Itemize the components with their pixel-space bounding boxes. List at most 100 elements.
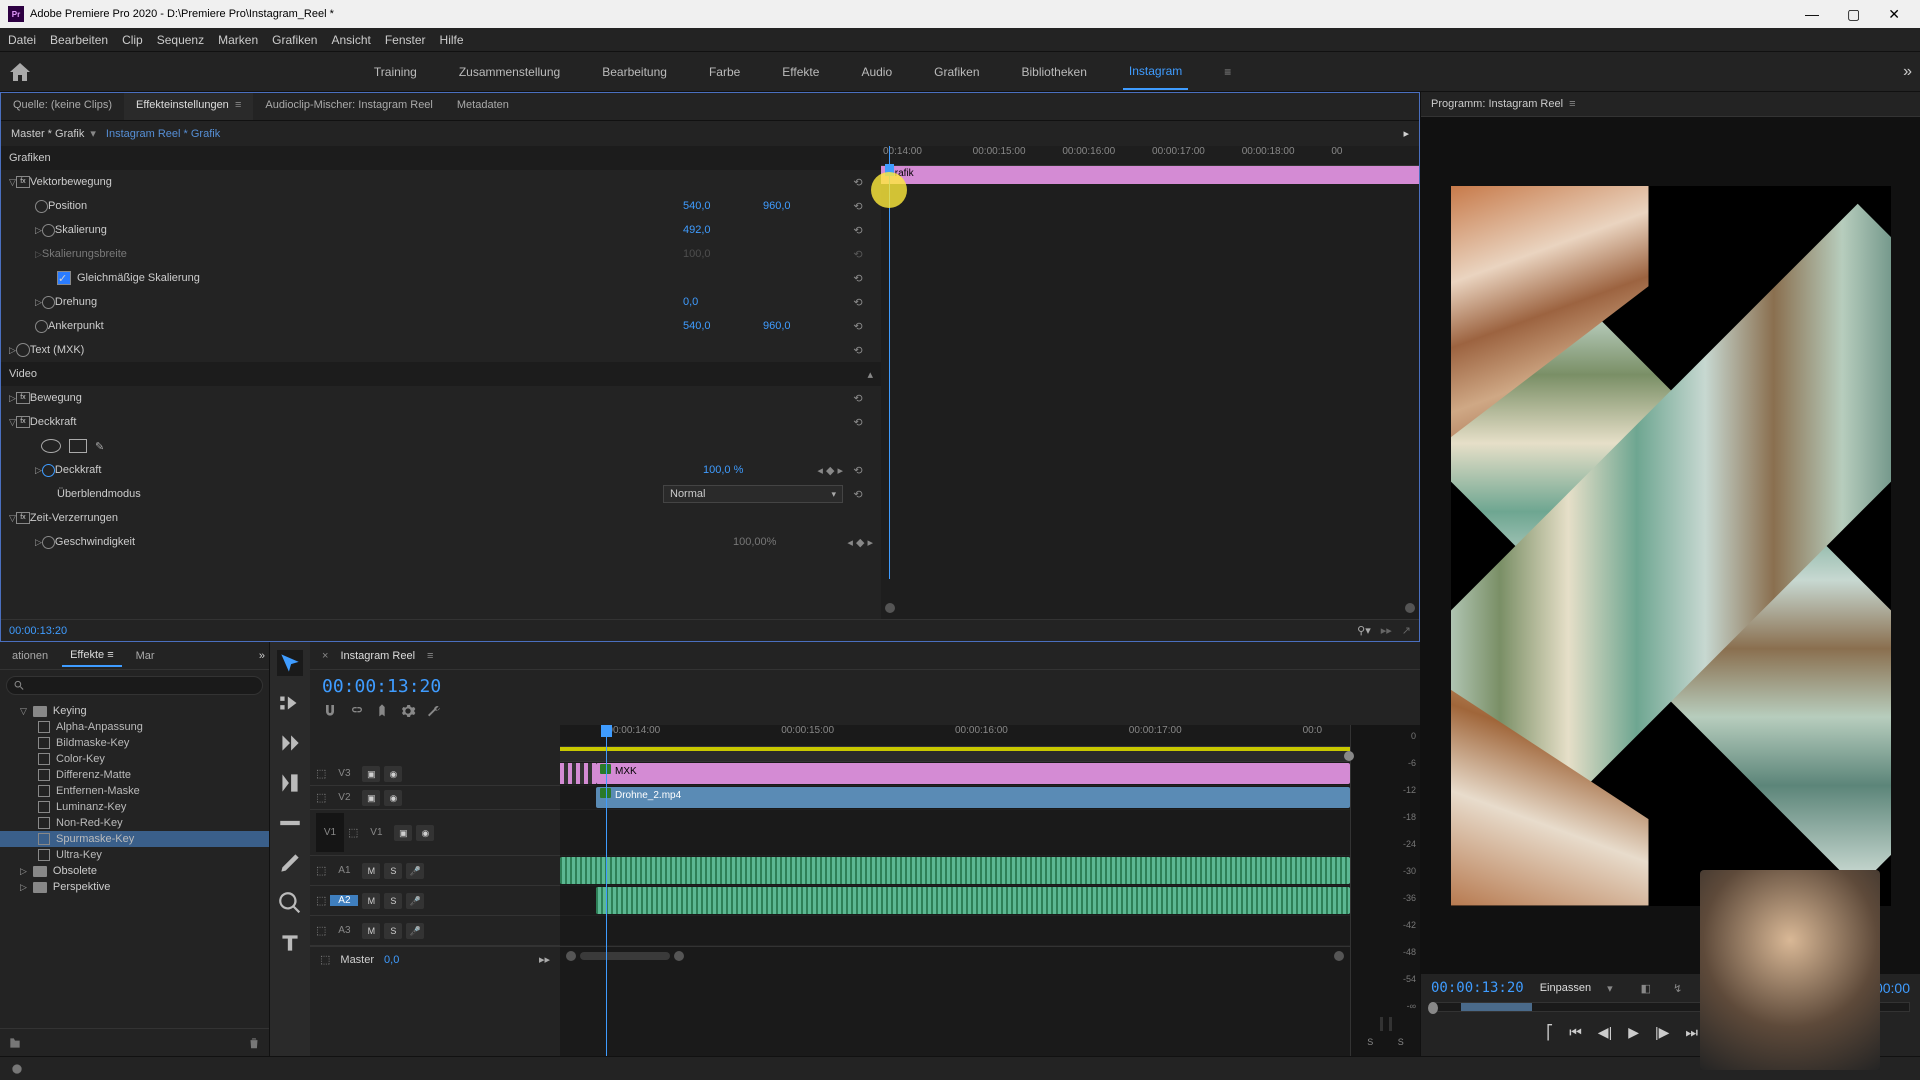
- track-v2[interactable]: V2: [330, 792, 358, 803]
- timeline-seq-name[interactable]: Instagram Reel: [340, 650, 415, 662]
- fx-toggle-icon[interactable]: fx: [16, 392, 30, 404]
- ws-zusammenstellung[interactable]: Zusammenstellung: [453, 55, 566, 89]
- mute-icon[interactable]: M: [362, 923, 380, 939]
- ws-instagram[interactable]: Instagram: [1123, 54, 1188, 90]
- home-icon[interactable]: [8, 60, 32, 84]
- eye-icon[interactable]: ◉: [384, 790, 402, 806]
- clip-segments[interactable]: [560, 763, 596, 784]
- opacity-v[interactable]: 100,0 %: [703, 464, 783, 476]
- tab-effekte[interactable]: Effekte ≡: [62, 645, 122, 667]
- track-v3[interactable]: V3: [330, 768, 358, 779]
- eye-icon[interactable]: ◉: [416, 825, 434, 841]
- lock-icon[interactable]: ⬚: [316, 894, 326, 907]
- folder-obsolete[interactable]: Obsolete: [53, 865, 97, 877]
- new-bin-icon[interactable]: [8, 1036, 22, 1050]
- anc-y[interactable]: 960,0: [763, 320, 843, 332]
- voice-icon[interactable]: 🎤: [406, 863, 424, 879]
- zoom-scrollbar[interactable]: [580, 952, 670, 960]
- play-icon[interactable]: ▶: [1628, 1024, 1639, 1044]
- track-a2[interactable]: A2: [330, 895, 358, 906]
- menu-ansicht[interactable]: Ansicht: [331, 33, 370, 47]
- fx-toggle-icon[interactable]: fx: [16, 416, 30, 428]
- prop-text[interactable]: Text (MXK): [30, 344, 843, 356]
- close-icon[interactable]: ×: [322, 650, 328, 662]
- anc-x[interactable]: 540,0: [683, 320, 763, 332]
- solo-icon[interactable]: S: [384, 863, 402, 879]
- program-viewer[interactable]: [1421, 117, 1920, 974]
- scroll-handle-icon[interactable]: [1334, 951, 1344, 961]
- prog-tc-left[interactable]: 00:00:13:20: [1431, 980, 1524, 996]
- tool-track-select[interactable]: [277, 690, 303, 716]
- eff-differenz[interactable]: Differenz-Matte: [56, 769, 131, 781]
- menu-grafiken[interactable]: Grafiken: [272, 33, 317, 47]
- lock-icon[interactable]: ⬚: [316, 767, 326, 780]
- ec-timecode[interactable]: 00:00:13:20: [9, 625, 67, 637]
- scroll-handle-icon[interactable]: [1405, 603, 1415, 613]
- mute-icon[interactable]: M: [362, 893, 380, 909]
- clip-audio-a2[interactable]: [596, 887, 1350, 914]
- speed-v[interactable]: 100,00%: [733, 536, 813, 548]
- stopwatch-icon[interactable]: [35, 320, 48, 333]
- ws-bibliotheken[interactable]: Bibliotheken: [1016, 55, 1093, 89]
- tool-slip[interactable]: [277, 810, 303, 836]
- menu-bearbeiten[interactable]: Bearbeiten: [50, 33, 108, 47]
- tool-selection[interactable]: [277, 650, 303, 676]
- prop-vektorbewegung[interactable]: Vektorbewegung: [30, 176, 843, 188]
- panel-menu-icon[interactable]: ≡: [1569, 98, 1575, 110]
- tool-ripple[interactable]: [277, 730, 303, 756]
- tool-type[interactable]: [277, 930, 303, 956]
- export-icon[interactable]: ↗: [1402, 624, 1411, 637]
- clip-drone[interactable]: Drohne_2.mp4: [596, 787, 1350, 808]
- reset-icon[interactable]: ⟲: [843, 296, 873, 309]
- pos-y[interactable]: 960,0: [763, 200, 843, 212]
- track-toggle-icon[interactable]: ▣: [362, 790, 380, 806]
- lock-icon[interactable]: ⬚: [316, 924, 326, 937]
- lock-icon[interactable]: ⬚: [316, 864, 326, 877]
- eff-entfernen[interactable]: Entfernen-Maske: [56, 785, 140, 797]
- reset-icon[interactable]: ⟲: [843, 416, 873, 429]
- ws-training[interactable]: Training: [368, 55, 423, 89]
- track-a1[interactable]: A1: [330, 865, 358, 876]
- eye-icon[interactable]: ◉: [384, 766, 402, 782]
- reset-icon[interactable]: ⟲: [843, 392, 873, 405]
- rot-v[interactable]: 0,0: [683, 296, 763, 308]
- mask-pen-icon[interactable]: ✎: [95, 440, 104, 453]
- eff-colorkey[interactable]: Color-Key: [56, 753, 105, 765]
- close-button[interactable]: ✕: [1888, 6, 1900, 23]
- prog-zoom[interactable]: Einpassen: [1540, 982, 1591, 994]
- mask-rect-icon[interactable]: [69, 439, 87, 453]
- tab-ationen[interactable]: ationen: [4, 646, 56, 666]
- zoom-handle-icon[interactable]: [566, 951, 576, 961]
- track-toggle-icon[interactable]: ▣: [362, 766, 380, 782]
- step-forward-icon[interactable]: ▸▸: [1381, 624, 1392, 637]
- lock-icon[interactable]: ⬚: [316, 791, 326, 804]
- settings-icon[interactable]: [400, 703, 416, 719]
- prop-uniform[interactable]: Gleichmäßige Skalierung: [77, 272, 843, 284]
- maximize-button[interactable]: ▢: [1847, 6, 1860, 23]
- link-icon[interactable]: [348, 703, 364, 719]
- reset-icon[interactable]: ⟲: [843, 272, 873, 285]
- eff-spurmaske[interactable]: Spurmaske-Key: [56, 833, 134, 845]
- step-fwd-icon[interactable]: |▶: [1655, 1024, 1669, 1044]
- ws-farbe[interactable]: Farbe: [703, 55, 746, 89]
- menu-marken[interactable]: Marken: [218, 33, 258, 47]
- step-back-icon[interactable]: ◀|: [1598, 1024, 1612, 1044]
- ws-grafiken[interactable]: Grafiken: [928, 55, 985, 89]
- lock-icon[interactable]: ⬚: [348, 826, 358, 839]
- menu-clip[interactable]: Clip: [122, 33, 143, 47]
- snap-icon[interactable]: [322, 703, 338, 719]
- timeline-timecode[interactable]: 00:00:13:20: [322, 676, 441, 697]
- reset-icon[interactable]: ⟲: [843, 488, 873, 501]
- reset-icon[interactable]: ⟲: [843, 200, 873, 213]
- lock-icon[interactable]: ⬚: [320, 953, 330, 966]
- scale-v[interactable]: 492,0: [683, 224, 763, 236]
- eff-ultrakey[interactable]: Ultra-Key: [56, 849, 102, 861]
- prop-deckkraft[interactable]: Deckkraft: [30, 416, 843, 428]
- stopwatch-icon[interactable]: [42, 296, 55, 309]
- tab-mar[interactable]: Mar: [128, 646, 163, 666]
- prop-zeit[interactable]: Zeit-Verzerrungen: [30, 512, 873, 524]
- minimize-button[interactable]: —: [1805, 6, 1819, 23]
- tool-pen[interactable]: [277, 850, 303, 876]
- eff-nonred[interactable]: Non-Red-Key: [56, 817, 123, 829]
- skip-icon[interactable]: ▸▸: [539, 953, 550, 966]
